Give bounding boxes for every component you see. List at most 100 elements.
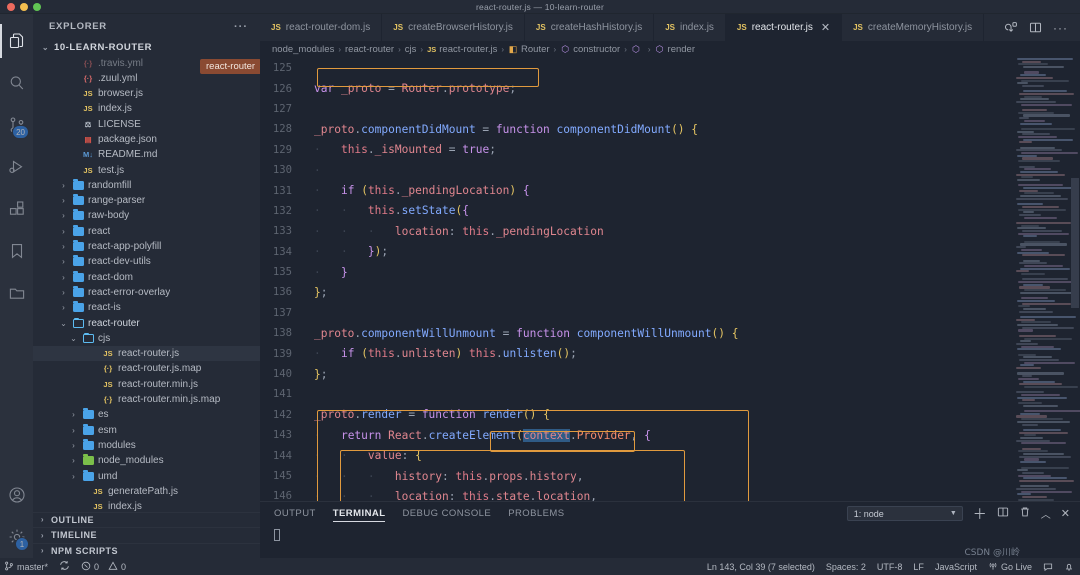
tree-file-row[interactable]: {·} react-router.min.js.map bbox=[33, 392, 260, 407]
code-line-text[interactable]: · } bbox=[304, 266, 1014, 279]
terminal-body[interactable] bbox=[260, 525, 1080, 558]
code-line[interactable]: 139 · if (this.unlisten) this.unlisten(); bbox=[260, 343, 1014, 363]
code-line[interactable]: 135 · } bbox=[260, 262, 1014, 282]
split-editor-icon[interactable] bbox=[1029, 21, 1042, 34]
code-line[interactable]: 136}; bbox=[260, 282, 1014, 302]
code-line[interactable]: 141 bbox=[260, 384, 1014, 404]
chevron-right-icon[interactable]: › bbox=[59, 227, 68, 236]
breadcrumb-item[interactable]: ◧ Router bbox=[508, 44, 550, 55]
panel-tab-problems[interactable]: PROBLEMS bbox=[508, 502, 564, 525]
tree-folder-row[interactable]: ⌄ react-router bbox=[33, 315, 260, 330]
code-lines[interactable]: 125 126 var _proto = Router.prototype; 127 1… bbox=[260, 58, 1014, 501]
close-tab-icon[interactable]: ✕ bbox=[821, 21, 830, 34]
code-line-text[interactable]: · · }); bbox=[304, 245, 1014, 258]
sidebar-more-actions-icon[interactable]: ··· bbox=[234, 21, 248, 33]
tree-folder-row[interactable]: › umd bbox=[33, 468, 260, 483]
editor-tab[interactable]: JS index.js bbox=[654, 14, 726, 41]
code-line-text[interactable]: var _proto = Router.prototype; bbox=[304, 82, 1014, 95]
chevron-right-icon[interactable]: › bbox=[59, 303, 68, 312]
chevron-right-icon[interactable]: › bbox=[69, 410, 78, 419]
code-line[interactable]: 143 · return React.createElement(context.… bbox=[260, 425, 1014, 445]
status-feedback[interactable] bbox=[1043, 562, 1053, 572]
tree-file-row[interactable]: ▤ package.json bbox=[33, 132, 260, 147]
tree-folder-row[interactable]: › react-app-polyfill bbox=[33, 239, 260, 254]
split-editor-right-icon[interactable] bbox=[1005, 21, 1018, 34]
terminal-selector[interactable]: 1: node ▼ bbox=[846, 506, 963, 521]
code-line[interactable]: 128 _proto.componentDidMount = function c… bbox=[260, 119, 1014, 139]
tree-folder-row[interactable]: › node_modules bbox=[33, 453, 260, 468]
activity-bookmarks[interactable] bbox=[0, 230, 33, 272]
activity-run-debug[interactable] bbox=[0, 146, 33, 188]
code-line[interactable]: 142 _proto.render = function render() { bbox=[260, 405, 1014, 425]
close-panel-icon[interactable]: ✕ bbox=[1061, 507, 1070, 520]
panel-tab-terminal[interactable]: TERMINAL bbox=[332, 502, 386, 525]
tree-folder-row[interactable]: › react bbox=[33, 224, 260, 239]
tree-file-row[interactable]: JS test.js bbox=[33, 162, 260, 177]
code-line-text[interactable]: _proto.componentDidMount = function comp… bbox=[304, 123, 1014, 136]
activity-accounts[interactable] bbox=[0, 474, 33, 516]
breadcrumb[interactable]: node_modules › react-router › cjs › JS react-ro… bbox=[260, 41, 1080, 58]
more-actions-icon[interactable]: ··· bbox=[1053, 21, 1068, 35]
code-line-text[interactable]: }; bbox=[304, 286, 1014, 299]
code-line-text[interactable]: · this._isMounted = true; bbox=[304, 143, 1014, 156]
split-terminal-icon[interactable] bbox=[997, 506, 1009, 521]
chevron-right-icon[interactable]: › bbox=[69, 456, 78, 465]
code-line-text[interactable]: · · · history: this.props.history, bbox=[304, 470, 1014, 483]
chevron-right-icon[interactable]: › bbox=[69, 426, 78, 435]
chevron-down-icon[interactable]: ⌄ bbox=[59, 319, 68, 328]
code-line-text[interactable]: · if (this.unlisten) this.unlisten(); bbox=[304, 347, 1014, 360]
activity-explorer[interactable] bbox=[0, 20, 33, 62]
status-go-live[interactable]: Go Live bbox=[988, 561, 1032, 573]
status-notifications[interactable] bbox=[1064, 562, 1074, 572]
activity-manage-settings[interactable]: 1 bbox=[0, 516, 33, 558]
status-eol[interactable]: LF bbox=[913, 562, 924, 572]
code-line[interactable]: 125 bbox=[260, 58, 1014, 78]
panel-tab-debug-console[interactable]: DEBUG CONSOLE bbox=[402, 502, 491, 525]
sidebar-section-outline[interactable]: › OUTLINE bbox=[33, 511, 260, 528]
scrollbar-thumb[interactable] bbox=[1071, 178, 1079, 308]
tree-folder-row[interactable]: › react-is bbox=[33, 300, 260, 315]
code-line[interactable]: 132 · · this.setState({ bbox=[260, 201, 1014, 221]
kill-terminal-icon[interactable] bbox=[1019, 506, 1031, 521]
code-line[interactable]: 144 · · value: { bbox=[260, 445, 1014, 465]
tree-folder-row[interactable]: › react-error-overlay bbox=[33, 285, 260, 300]
chevron-right-icon[interactable]: › bbox=[59, 181, 68, 190]
workspace-root-row[interactable]: ⌄ 10-LEARN-ROUTER bbox=[33, 39, 260, 56]
editor-tab[interactable]: JS react-router.js ✕ bbox=[725, 14, 843, 41]
code-line-text[interactable]: · · value: { bbox=[304, 449, 1014, 462]
tree-file-row[interactable]: JS browser.js bbox=[33, 86, 260, 101]
status-cursor-position[interactable]: Ln 143, Col 39 (7 selected) bbox=[707, 562, 815, 572]
code-line-text[interactable]: · return React.createElement(context.Pro… bbox=[304, 428, 1014, 442]
breadcrumb-item[interactable]: ⬡ constructor bbox=[560, 44, 620, 55]
sidebar-section-npm-scripts[interactable]: › NPM SCRIPTS bbox=[33, 542, 260, 559]
editor-tab[interactable]: JS react-router-dom.js bbox=[260, 14, 383, 41]
editor-tab[interactable]: JS createBrowserHistory.js bbox=[382, 14, 525, 41]
code-line[interactable]: 129 · this._isMounted = true; bbox=[260, 140, 1014, 160]
code-line[interactable]: 138 _proto.componentWillUnmount = functio… bbox=[260, 323, 1014, 343]
code-line[interactable]: 137 bbox=[260, 303, 1014, 323]
code-line-text[interactable]: _proto.componentWillUnmount = function c… bbox=[304, 327, 1014, 340]
file-tree[interactable]: {·} .travis.yml {·} .zuul.yml JS browser.js JS… bbox=[33, 55, 260, 512]
breadcrumb-item[interactable]: node_modules bbox=[272, 44, 334, 55]
chevron-right-icon[interactable]: › bbox=[59, 196, 68, 205]
minimap[interactable] bbox=[1014, 58, 1080, 501]
code-line[interactable]: 131 · if (this._pendingLocation) { bbox=[260, 180, 1014, 200]
breadcrumb-item[interactable]: react-router bbox=[345, 44, 394, 55]
status-indentation[interactable]: Spaces: 2 bbox=[826, 562, 866, 572]
status-branch[interactable]: master* bbox=[4, 561, 48, 573]
breadcrumb-item[interactable]: cjs bbox=[405, 44, 417, 55]
tree-folder-row[interactable]: › randomfill bbox=[33, 178, 260, 193]
activity-search[interactable] bbox=[0, 62, 33, 104]
status-language-mode[interactable]: JavaScript bbox=[935, 562, 977, 572]
tree-folder-row[interactable]: › es bbox=[33, 407, 260, 422]
chevron-down-icon[interactable]: ⌄ bbox=[69, 334, 78, 343]
editor-scrollbar[interactable] bbox=[1070, 58, 1080, 501]
code-line-text[interactable]: }; bbox=[304, 368, 1014, 381]
panel-tab-output[interactable]: OUTPUT bbox=[274, 502, 316, 525]
tree-folder-row[interactable]: › esm bbox=[33, 422, 260, 437]
tree-file-row[interactable]: JS index.js bbox=[33, 499, 260, 511]
chevron-right-icon[interactable]: › bbox=[69, 441, 78, 450]
tree-file-row[interactable]: JS react-router.min.js bbox=[33, 377, 260, 392]
tree-folder-row[interactable]: › raw-body bbox=[33, 208, 260, 223]
chevron-right-icon[interactable]: › bbox=[69, 472, 78, 481]
